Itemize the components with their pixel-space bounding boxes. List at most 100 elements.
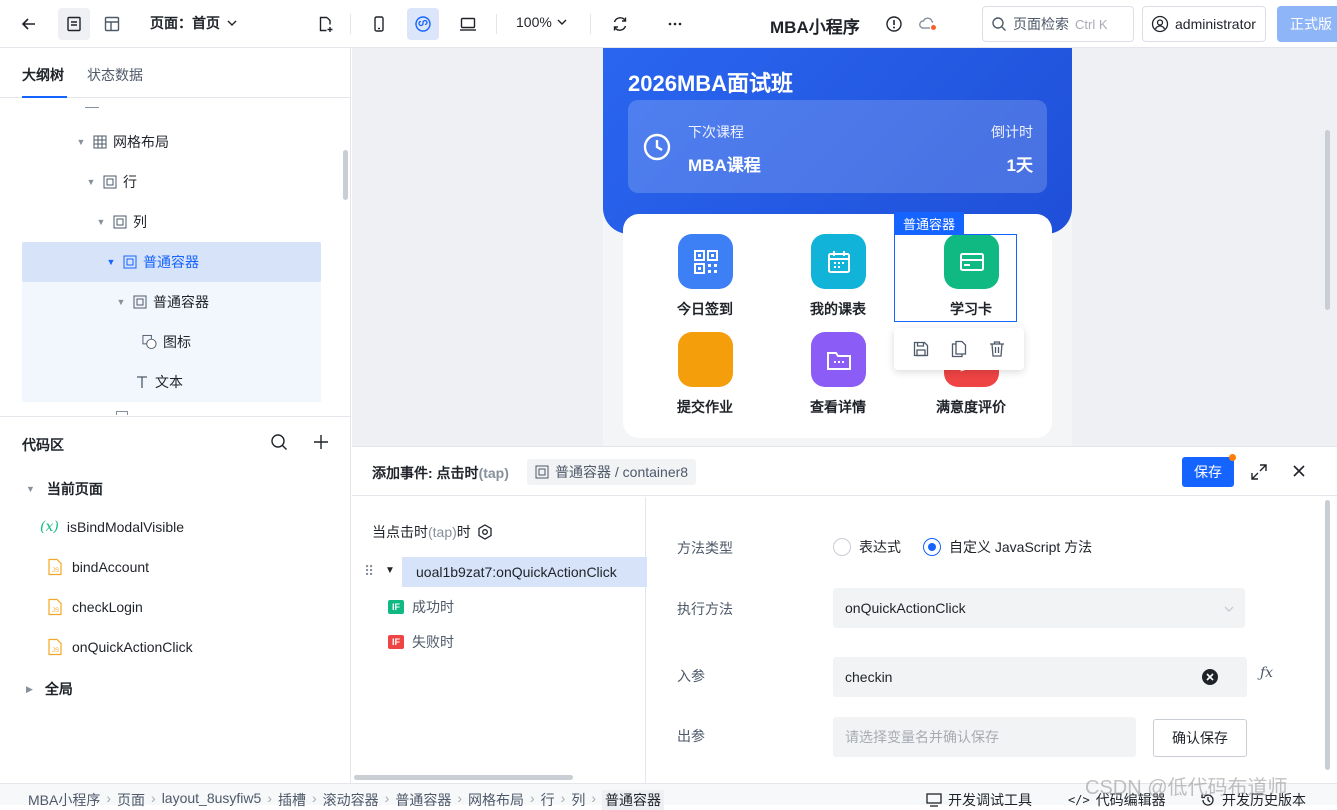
code-item-label: checkLogin bbox=[72, 599, 143, 615]
caret-down-icon[interactable]: ▼ bbox=[385, 565, 395, 576]
tree-node-text[interactable]: 文本 bbox=[134, 362, 183, 402]
action-item-selected[interactable]: uoal1b9zat7:onQuickActionClick bbox=[402, 557, 647, 587]
refresh-icon[interactable] bbox=[604, 8, 636, 40]
event-save-button[interactable]: 保存 bbox=[1182, 457, 1234, 487]
code-group-current-page[interactable]: ▼ 当前页面 bbox=[26, 479, 103, 499]
tab-outline-tree[interactable]: 大纲树 bbox=[22, 65, 64, 85]
code-group-global[interactable]: ▶ 全局 bbox=[26, 679, 73, 699]
cloud-sync-icon[interactable] bbox=[912, 8, 944, 40]
event-panel-header: 添加事件: 点击时(tap) 普通容器 / container8 保存 bbox=[352, 447, 1337, 496]
clear-icon[interactable] bbox=[1201, 668, 1219, 686]
copy-icon[interactable] bbox=[950, 340, 968, 358]
delete-icon[interactable] bbox=[988, 340, 1006, 358]
user-menu-button[interactable]: administrator bbox=[1142, 6, 1266, 42]
breadcrumb-item[interactable]: 普通容器 bbox=[395, 790, 451, 810]
quick-action-label: 满意度评价 bbox=[936, 399, 1006, 415]
tree-node-grid-layout[interactable]: ▼ 网格布局 bbox=[76, 122, 169, 162]
layout-template-icon[interactable] bbox=[96, 8, 128, 40]
zoom-selector[interactable]: 100% bbox=[516, 14, 568, 30]
code-group-label: 全局 bbox=[44, 681, 73, 697]
info-icon[interactable] bbox=[878, 8, 910, 40]
back-arrow-icon[interactable] bbox=[13, 8, 45, 40]
drag-handle-icon[interactable]: ⠿ bbox=[364, 563, 374, 580]
breadcrumb-separator: › bbox=[384, 790, 390, 806]
container-icon bbox=[132, 295, 147, 310]
save-icon[interactable] bbox=[912, 340, 930, 358]
publish-button[interactable]: 正式版 bbox=[1277, 6, 1337, 42]
quick-action-schedule[interactable]: 我的课表 bbox=[778, 234, 898, 324]
code-item-variable[interactable]: (𝑥) isBindModalVisible bbox=[40, 515, 184, 539]
tab-state-data[interactable]: 状态数据 bbox=[87, 65, 143, 85]
page-search-input[interactable]: 页面检索 Ctrl K bbox=[982, 6, 1134, 42]
search-icon[interactable] bbox=[270, 433, 288, 454]
settings-icon[interactable] bbox=[477, 524, 493, 540]
add-page-icon[interactable] bbox=[309, 8, 341, 40]
hero-banner: 2026MBA面试班 下次课程 MBA课程 倒计时 1天 bbox=[603, 48, 1072, 234]
tree-node-icon[interactable]: 图标 bbox=[142, 322, 191, 362]
close-icon[interactable] bbox=[1292, 464, 1306, 478]
tree-node-row[interactable]: ▼ 行 bbox=[86, 162, 137, 202]
calendar-icon bbox=[811, 234, 866, 289]
mobile-device-icon[interactable] bbox=[363, 8, 395, 40]
event-title-dim: (tap) bbox=[478, 465, 509, 481]
breadcrumb-item[interactable]: 列 bbox=[571, 790, 585, 810]
breadcrumb-item[interactable]: 行 bbox=[541, 790, 555, 810]
breadcrumb-separator: › bbox=[311, 790, 317, 806]
breadcrumb-item[interactable]: MBA小程序 bbox=[28, 790, 100, 810]
top-toolbar: 页面：首页 100% MBA小程序 页面检索 Ctrl K administra… bbox=[0, 0, 1337, 48]
canvas-scrollbar[interactable] bbox=[1325, 130, 1330, 310]
quick-action-checkin[interactable]: 今日签到 bbox=[645, 234, 765, 324]
tree-node-container[interactable]: ▼ 普通容器 bbox=[116, 282, 209, 322]
breadcrumb-item[interactable]: 滚动容器 bbox=[323, 790, 379, 810]
svg-text:JS: JS bbox=[52, 648, 59, 654]
page-selector-label: 页面：首页 bbox=[150, 15, 220, 31]
miniprogram-device-icon[interactable] bbox=[407, 8, 439, 40]
tree-node-container-selected[interactable]: ▼ 普通容器 bbox=[106, 242, 199, 282]
next-course-card[interactable]: 下次课程 MBA课程 倒计时 1天 bbox=[628, 100, 1047, 193]
desktop-device-icon[interactable] bbox=[452, 8, 484, 40]
page-selector[interactable]: 页面：首页 bbox=[150, 13, 238, 33]
expand-icon[interactable] bbox=[1250, 463, 1268, 481]
code-item-js[interactable]: JS checkLogin bbox=[46, 595, 143, 619]
breadcrumb-separator: › bbox=[267, 790, 272, 806]
more-options-icon[interactable] bbox=[659, 8, 691, 40]
output-param-field[interactable]: 请选择变量名并确认保存 bbox=[833, 717, 1136, 757]
js-file-icon: JS bbox=[48, 598, 62, 616]
branch-on-success[interactable]: IF 成功时 bbox=[388, 597, 454, 617]
add-icon[interactable] bbox=[312, 433, 330, 454]
quick-action-homework[interactable]: 提交作业 bbox=[645, 332, 765, 422]
branch-on-fail[interactable]: IF 失败时 bbox=[388, 632, 454, 652]
quick-action-label: 今日签到 bbox=[677, 301, 733, 317]
code-item-js[interactable]: JS bindAccount bbox=[46, 555, 149, 579]
method-type-label: 方法类型 bbox=[677, 540, 733, 556]
radio-custom-js[interactable]: 自定义 JavaScript 方法 bbox=[923, 537, 1092, 557]
outline-tree: ▼ 网格布局 ▼ 行 ▼ 列 ▼ 普通容器 ▼ 普通容器 图标 文本 bbox=[0, 99, 351, 415]
breadcrumb-separator: › bbox=[106, 790, 112, 806]
chevron-down-icon bbox=[557, 19, 567, 25]
formula-icon[interactable]: ƒx bbox=[1260, 665, 1273, 681]
grid-icon bbox=[92, 135, 107, 150]
branch-label: 成功时 bbox=[412, 599, 454, 615]
horizontal-scrollbar[interactable] bbox=[354, 775, 573, 780]
breadcrumb-item[interactable]: 页面 bbox=[117, 790, 145, 810]
quick-action-details[interactable]: 查看详情 bbox=[778, 332, 898, 422]
page-list-icon[interactable] bbox=[58, 8, 90, 40]
event-component-path: 普通容器 / container8 bbox=[555, 464, 689, 480]
vertical-scrollbar[interactable] bbox=[1325, 500, 1330, 770]
breadcrumb-item[interactable]: layout_8usyfiw5 bbox=[162, 790, 262, 810]
code-item-js[interactable]: JS onQuickActionClick bbox=[46, 635, 193, 659]
devtools-button[interactable]: 开发调试工具 bbox=[926, 790, 1032, 810]
breadcrumb-item[interactable]: 插槽 bbox=[278, 790, 306, 810]
breadcrumb-item-current[interactable]: 普通容器 bbox=[602, 790, 665, 810]
radio-expression[interactable]: 表达式 bbox=[833, 537, 901, 557]
event-title-text: 添加事件: 点击时 bbox=[372, 465, 479, 481]
input-param-field[interactable]: checkin bbox=[833, 657, 1247, 697]
breadcrumb-item[interactable]: 网格布局 bbox=[468, 790, 524, 810]
design-canvas[interactable]: 2026MBA面试班 下次课程 MBA课程 倒计时 1天 今日签到 我的课表 学… bbox=[352, 48, 1337, 446]
tree-node-column[interactable]: ▼ 列 bbox=[96, 202, 147, 242]
code-item-label: isBindModalVisible bbox=[66, 519, 185, 535]
tree-scrollbar[interactable] bbox=[343, 150, 348, 200]
exec-method-select[interactable]: onQuickActionClick bbox=[833, 588, 1245, 628]
next-course-value: MBA课程 bbox=[688, 156, 761, 175]
confirm-save-button[interactable]: 确认保存 bbox=[1153, 719, 1247, 757]
